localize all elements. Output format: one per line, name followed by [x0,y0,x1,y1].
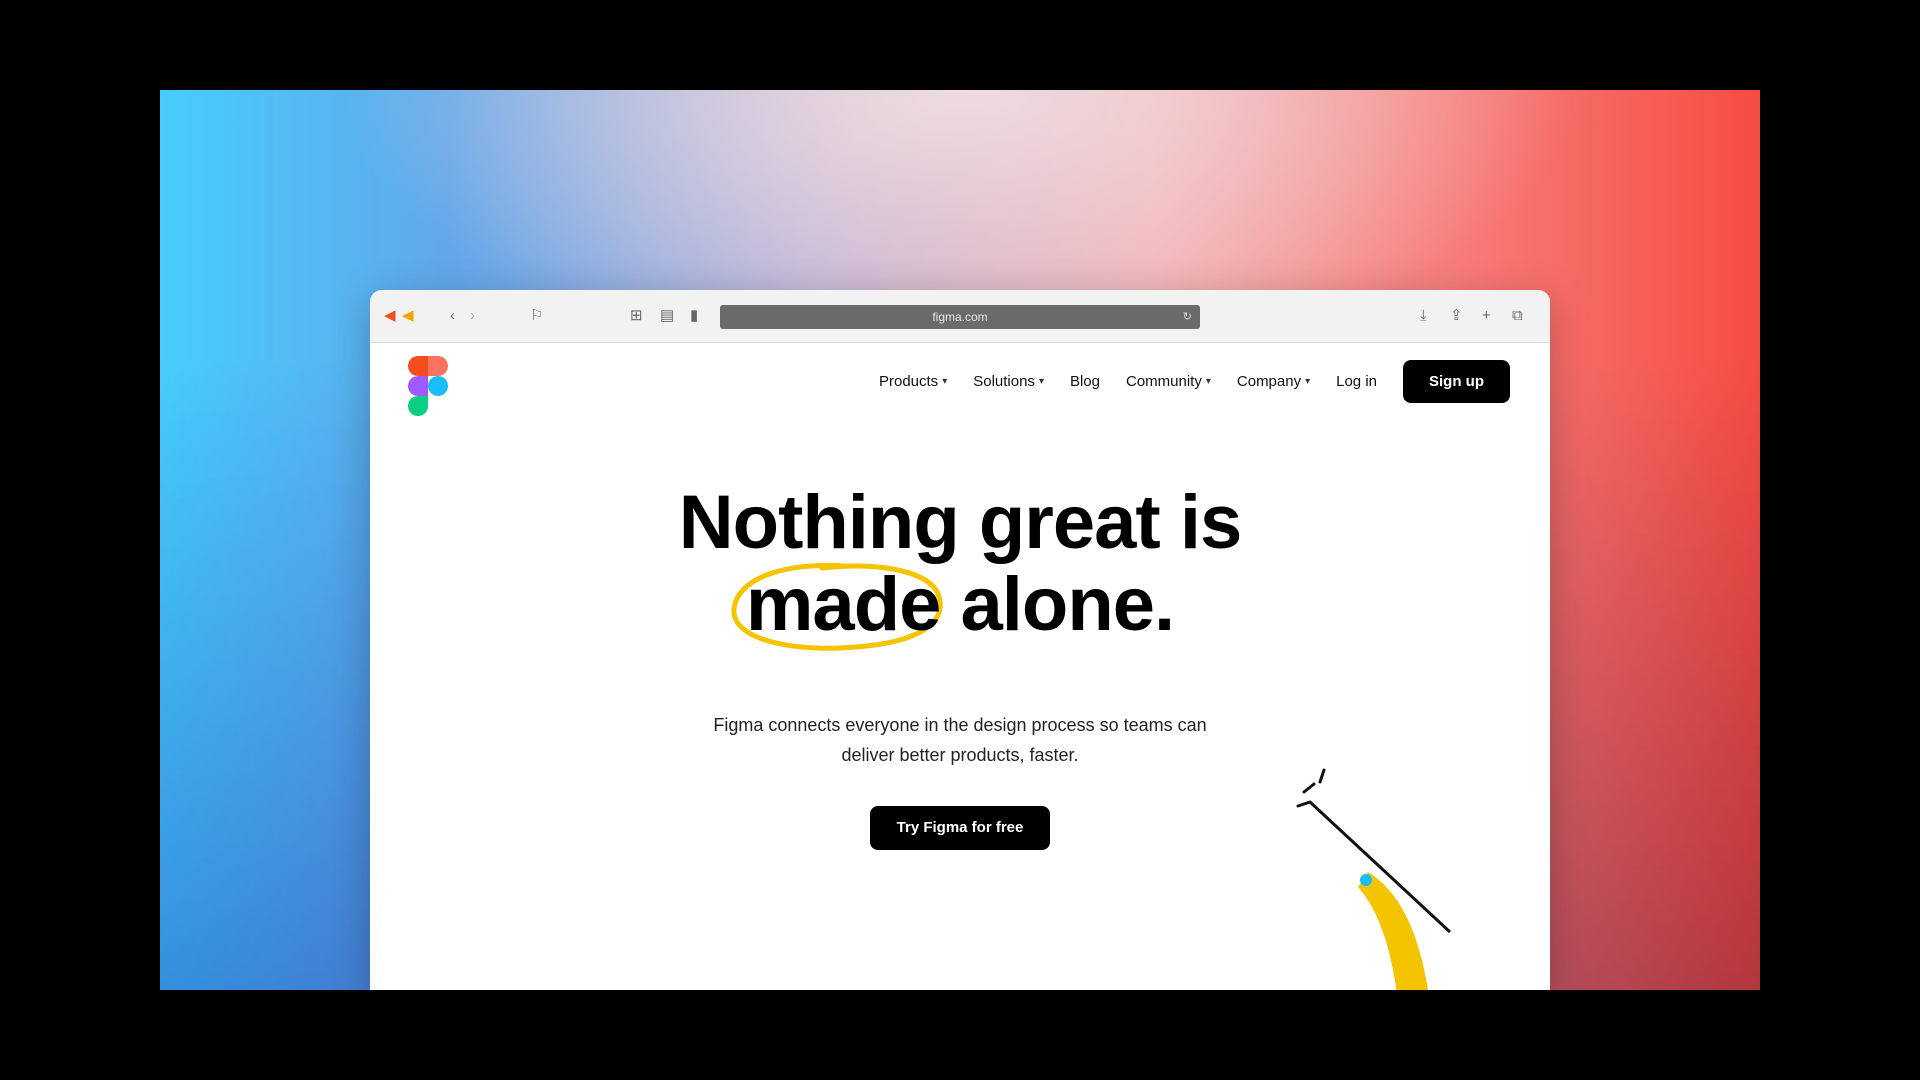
hero-title-line2: made alone. [370,562,1550,651]
tab-icon[interactable]: ▮ [690,307,698,325]
share-icon[interactable]: ⇪ [1450,307,1463,325]
nav-community[interactable]: Community ▾ [1126,373,1211,390]
hero-title-line1: Nothing great is [678,480,1242,565]
circled-text: made [745,562,942,647]
reload-icon[interactable]: ↻ [1183,305,1192,329]
nav-company[interactable]: Company ▾ [1237,373,1310,390]
title-rest: alone. [940,562,1176,647]
figma-logo-icon[interactable] [408,356,448,416]
address-text: figma.com [932,310,988,324]
nav-label: Company [1236,372,1302,390]
nav-products[interactable]: Products ▾ [879,373,947,390]
shield-icon[interactable]: ⚐ [530,307,543,325]
chevron-down-icon: ▾ [1205,375,1211,387]
sidebar-icon[interactable]: ◀ [384,307,396,325]
chevron-down-icon: ▾ [1305,375,1311,387]
hero-subtitle: Figma connects everyone in the design pr… [713,715,1207,765]
figma-homepage: Products ▾ Solutions ▾ Blog Community ▾ … [370,342,1550,990]
forward-icon[interactable]: › [470,307,475,325]
pencil-cursor-icon [1296,768,1452,990]
circled-word: made [731,562,943,651]
plus-icon[interactable]: + [1482,307,1491,325]
try-figma-button[interactable]: Try Figma for free [870,806,1050,850]
nav-label: Products [878,372,939,390]
nav-label: Blog [1069,372,1100,390]
main-nav: Products ▾ Solutions ▾ Blog Community ▾ … [879,358,1510,404]
reader-icon[interactable]: ▤ [660,307,674,325]
extension-icon[interactable]: ⊞ [630,307,643,325]
nav-label: Community [1126,372,1202,390]
nav-solutions[interactable]: Solutions ▾ [973,373,1044,390]
tab-overview-icon[interactable]: ◀ [402,307,414,325]
chevron-down-icon: ▾ [942,375,948,387]
address-bar[interactable]: figma.com ↻ [720,305,1200,329]
browser-toolbar: ◀ ◀ ‹ › ⚐ ⊞ ▤ ▮ figma.com ↻ ⤓ ⇪ + ⧉ [370,290,1550,343]
nav-login[interactable]: Log in [1336,373,1377,390]
back-icon[interactable]: ‹ [450,307,455,325]
download-icon[interactable]: ⤓ [1420,307,1427,325]
signup-button[interactable]: Sign up [1403,359,1510,403]
nav-blog[interactable]: Blog [1070,373,1100,390]
nav-label: Solutions [973,372,1035,390]
hero-title: Nothing great is made alone. [370,480,1550,651]
tabs-icon[interactable]: ⧉ [1512,307,1523,325]
browser-window: ◀ ◀ ‹ › ⚐ ⊞ ▤ ▮ figma.com ↻ ⤓ ⇪ + ⧉ Prod… [370,290,1550,990]
nav-label: Log in [1336,372,1377,390]
chevron-down-icon: ▾ [1038,375,1044,387]
